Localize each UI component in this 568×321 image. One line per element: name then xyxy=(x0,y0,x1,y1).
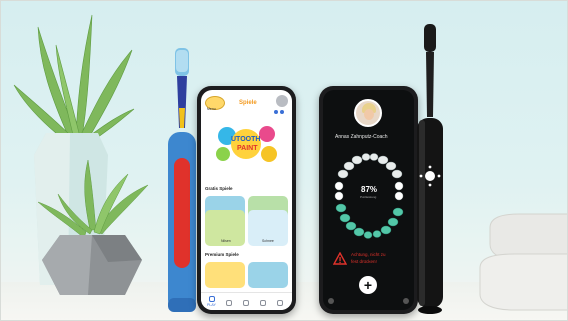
premium-game-card[interactable] xyxy=(248,262,288,288)
folded-towels xyxy=(479,213,568,311)
stats-icon xyxy=(242,300,249,306)
add-button[interactable]: + xyxy=(359,276,377,294)
coach-avatar xyxy=(354,99,382,127)
store-icon xyxy=(259,300,266,306)
play-icon xyxy=(208,296,215,302)
premium-game-card[interactable] xyxy=(205,262,245,288)
warning-icon xyxy=(333,252,347,265)
paint-splash-icon xyxy=(216,126,277,162)
page-dots xyxy=(274,110,288,114)
electric-toothbrush xyxy=(417,24,443,314)
kids-app-phone: Menu Spiele UTOOTH PAINT Gratis Spiele N… xyxy=(197,86,296,314)
warning-line-1: Achtung, nicht zu xyxy=(351,252,386,257)
brush-icon xyxy=(225,300,232,306)
bottom-nav: PLAY xyxy=(201,292,292,310)
coach-app-phone: Annas Zahnputz-Coach 87% Putzleistung Ac… xyxy=(319,86,418,314)
kids-app-screen: Menu Spiele UTOOTH PAINT Gratis Spiele N… xyxy=(201,90,292,310)
nav-play[interactable]: PLAY xyxy=(204,296,219,307)
coach-app-screen: Annas Zahnputz-Coach 87% Putzleistung Ac… xyxy=(323,90,414,310)
card-label-nilsen: Nilsen xyxy=(221,239,231,243)
free-games-heading: Gratis Spiele xyxy=(205,186,233,191)
nav-item[interactable] xyxy=(255,300,270,307)
nav-item[interactable] xyxy=(272,300,287,307)
nav-item[interactable] xyxy=(221,300,236,307)
utooth-paint-banner[interactable]: UTOOTH PAINT xyxy=(205,120,288,168)
logo-text-top: UTOOTH xyxy=(231,136,261,143)
small-plant-pot xyxy=(37,159,149,295)
profile-avatar[interactable] xyxy=(276,95,288,107)
menu-label[interactable]: Menu xyxy=(207,107,216,112)
card-label-schnee: Schnee xyxy=(262,239,274,243)
premium-games-heading: Premium Spiele xyxy=(205,252,239,257)
coach-title: Annas Zahnputz-Coach xyxy=(335,134,388,140)
warning-line-2: fest drücken! xyxy=(351,259,377,264)
logo-text-bottom: PAINT xyxy=(237,145,258,152)
page-title: Spiele xyxy=(239,100,257,106)
product-scene: Menu Spiele UTOOTH PAINT Gratis Spiele N… xyxy=(0,0,568,321)
home-dot xyxy=(328,298,334,304)
settings-icon xyxy=(276,300,283,306)
nav-item[interactable] xyxy=(238,300,253,307)
brushing-percent: 87% xyxy=(361,185,378,194)
percent-caption: Putzleistung xyxy=(360,195,377,199)
